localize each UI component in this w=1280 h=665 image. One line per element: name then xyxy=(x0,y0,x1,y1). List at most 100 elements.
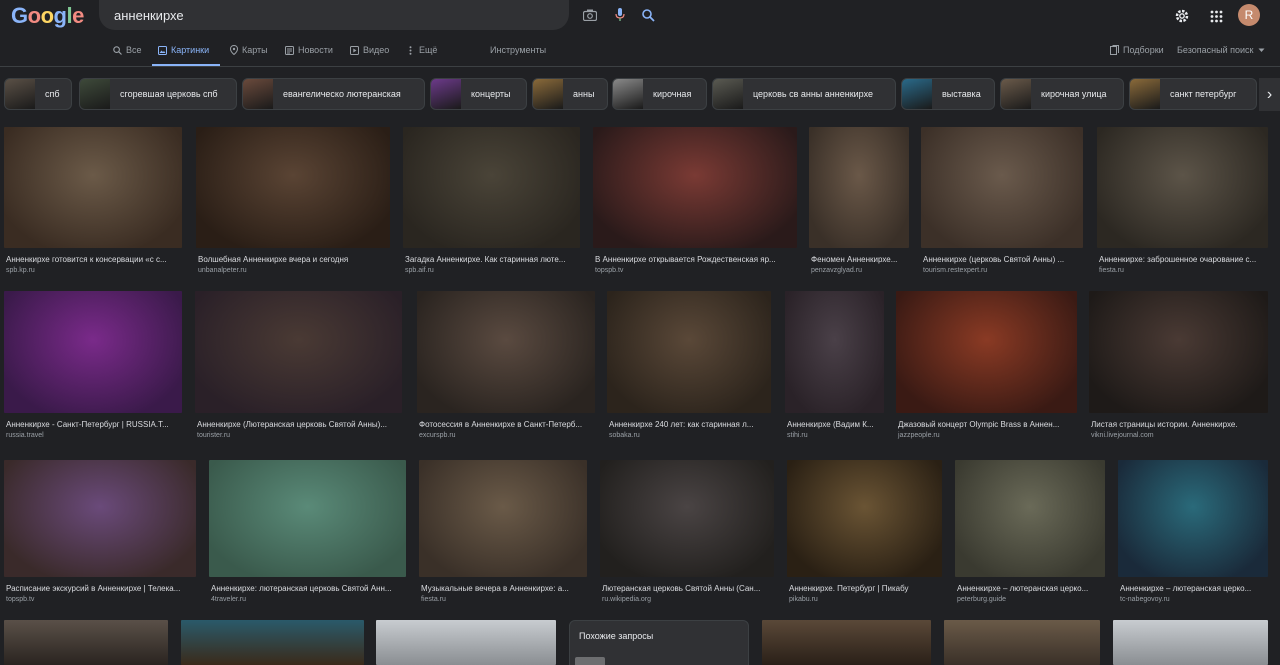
result-title[interactable]: Волшебная Анненкирхе вчера и сегодня xyxy=(198,255,388,264)
image-result[interactable]: Анненкирхе (Вадим К... stihi.ru xyxy=(785,291,884,443)
result-title[interactable]: Феномен Анненкирхе... xyxy=(811,255,907,264)
result-thumbnail[interactable] xyxy=(181,620,364,665)
result-title[interactable]: Анненкирхе - Санкт-Петербург | RUSSIA.T.… xyxy=(6,420,180,429)
result-thumbnail[interactable] xyxy=(1118,460,1268,577)
result-title[interactable]: Фотосессия в Анненкирхе в Санкт-Петерб..… xyxy=(419,420,593,429)
apps-grid-icon[interactable] xyxy=(1205,5,1227,27)
chip-9[interactable]: санкт петербург xyxy=(1129,78,1257,110)
result-thumbnail[interactable] xyxy=(955,460,1105,577)
image-result[interactable] xyxy=(181,620,364,665)
tools-button[interactable]: Инструменты xyxy=(490,45,546,55)
image-result[interactable]: В Анненкирхе открывается Рождественская … xyxy=(593,127,797,278)
chip-2[interactable]: евангелическо лютеранская xyxy=(242,78,425,110)
result-thumbnail[interactable] xyxy=(417,291,595,413)
image-result[interactable] xyxy=(4,620,168,665)
image-result[interactable]: Анненкирхе: лютеранская церковь Святой А… xyxy=(209,460,406,607)
result-thumbnail[interactable] xyxy=(4,460,196,577)
image-result[interactable] xyxy=(944,620,1100,665)
image-result[interactable]: Загадка Анненкирхе. Как старинная люте..… xyxy=(403,127,580,278)
result-thumbnail[interactable] xyxy=(4,620,168,665)
result-title[interactable]: Анненкирхе: заброшенное очарование с... xyxy=(1099,255,1266,264)
result-thumbnail[interactable] xyxy=(1113,620,1268,665)
result-thumbnail[interactable] xyxy=(762,620,931,665)
chip-5[interactable]: кирочная xyxy=(612,78,707,110)
result-thumbnail[interactable] xyxy=(376,620,556,665)
result-thumbnail[interactable] xyxy=(921,127,1083,248)
result-thumbnail[interactable] xyxy=(4,291,182,413)
tab-images[interactable]: Картинки xyxy=(158,45,209,55)
image-result[interactable]: Расписание экскурсий в Анненкирхе | Теле… xyxy=(4,460,196,607)
result-title[interactable]: Листая страницы истории. Анненкирхе. xyxy=(1091,420,1266,429)
image-result[interactable]: Анненкирхе - Санкт-Петербург | RUSSIA.T.… xyxy=(4,291,182,443)
image-result[interactable] xyxy=(376,620,556,665)
result-thumbnail[interactable] xyxy=(785,291,884,413)
image-result[interactable]: Анненкирхе 240 лет: как старинная л... so… xyxy=(607,291,771,443)
search-box[interactable]: анненкирхе xyxy=(99,0,655,30)
chip-0[interactable]: спб xyxy=(4,78,72,110)
image-result[interactable]: Анненкирхе (Лютеранская церковь Святой А… xyxy=(195,291,402,443)
microphone-icon[interactable] xyxy=(610,5,630,25)
chips-next-button[interactable]: › xyxy=(1259,78,1280,111)
result-thumbnail[interactable] xyxy=(419,460,587,577)
image-result[interactable]: Волшебная Анненкирхе вчера и сегодня unba… xyxy=(196,127,390,278)
tab-all[interactable]: Все xyxy=(113,45,142,55)
image-result[interactable]: Анненкирхе – лютеранская церко... peterbu… xyxy=(955,460,1105,607)
image-result[interactable]: Анненкирхе (церковь Святой Анны) ... tour… xyxy=(921,127,1083,278)
chip-3[interactable]: концерты xyxy=(430,78,527,110)
safesearch-button[interactable]: Безопасный поиск xyxy=(1177,45,1266,55)
chip-1[interactable]: сгоревшая церковь спб xyxy=(79,78,237,110)
image-result[interactable]: Анненкирхе – лютеранская церко... tc-nabe… xyxy=(1118,460,1268,607)
camera-icon[interactable] xyxy=(580,5,600,25)
result-thumbnail[interactable] xyxy=(1097,127,1268,248)
result-thumbnail[interactable] xyxy=(787,460,942,577)
avatar[interactable]: R xyxy=(1238,4,1260,26)
tab-news[interactable]: Новости xyxy=(285,45,333,55)
result-title[interactable]: Анненкирхе. Петербург | Пикабу xyxy=(789,584,940,593)
result-title[interactable]: Музыкальные вечера в Анненкирхе: а... xyxy=(421,584,585,593)
chip-4[interactable]: анны xyxy=(532,78,608,110)
image-result[interactable]: Анненкирхе: заброшенное очарование с... f… xyxy=(1097,127,1268,278)
result-title[interactable]: Анненкирхе: лютеранская церковь Святой А… xyxy=(211,584,404,593)
related-search-thumbnail[interactable] xyxy=(575,657,605,665)
chip-8[interactable]: кирочная улица xyxy=(1000,78,1124,110)
tab-more[interactable]: Ещё xyxy=(406,45,437,55)
image-result[interactable] xyxy=(762,620,931,665)
result-thumbnail[interactable] xyxy=(809,127,909,248)
result-thumbnail[interactable] xyxy=(196,127,390,248)
image-result[interactable]: Джазовый концерт Olympic Brass в Аннен..… xyxy=(896,291,1077,443)
result-title[interactable]: Анненкирхе – лютеранская церко... xyxy=(1120,584,1266,593)
image-result[interactable] xyxy=(1113,620,1268,665)
chip-7[interactable]: выставка xyxy=(901,78,995,110)
result-title[interactable]: В Анненкирхе открывается Рождественская … xyxy=(595,255,795,264)
result-title[interactable]: Анненкирхе готовится к консервации «с с.… xyxy=(6,255,180,264)
result-title[interactable]: Анненкирхе (Вадим К... xyxy=(787,420,882,429)
result-title[interactable]: Анненкирхе (церковь Святой Анны) ... xyxy=(923,255,1081,264)
result-thumbnail[interactable] xyxy=(944,620,1100,665)
image-result[interactable]: Анненкирхе. Петербург | Пикабу pikabu.ru xyxy=(787,460,942,607)
image-result[interactable]: Феномен Анненкирхе... penzavzglyad.ru xyxy=(809,127,909,278)
image-result[interactable]: Музыкальные вечера в Анненкирхе: а... fie… xyxy=(419,460,587,607)
result-thumbnail[interactable] xyxy=(4,127,182,248)
tab-video[interactable]: Видео xyxy=(350,45,389,55)
result-title[interactable]: Анненкирхе – лютеранская церко... xyxy=(957,584,1103,593)
result-thumbnail[interactable] xyxy=(896,291,1077,413)
search-icon[interactable] xyxy=(638,5,658,25)
result-thumbnail[interactable] xyxy=(403,127,580,248)
result-title[interactable]: Расписание экскурсий в Анненкирхе | Теле… xyxy=(6,584,194,593)
result-title[interactable]: Джазовый концерт Olympic Brass в Аннен..… xyxy=(898,420,1075,429)
result-thumbnail[interactable] xyxy=(209,460,406,577)
result-thumbnail[interactable] xyxy=(607,291,771,413)
result-thumbnail[interactable] xyxy=(600,460,774,577)
result-thumbnail[interactable] xyxy=(1089,291,1268,413)
collections-button[interactable]: Подборки xyxy=(1110,45,1164,55)
image-result[interactable]: Анненкирхе готовится к консервации «с с.… xyxy=(4,127,182,278)
image-result[interactable]: Лютеранская церковь Святой Анны (Сан... r… xyxy=(600,460,774,607)
tab-maps[interactable]: Карты xyxy=(229,45,268,55)
result-title[interactable]: Анненкирхе 240 лет: как старинная л... xyxy=(609,420,769,429)
related-searches-card[interactable]: Похожие запросы xyxy=(569,620,749,665)
result-thumbnail[interactable] xyxy=(195,291,402,413)
result-title[interactable]: Лютеранская церковь Святой Анны (Сан... xyxy=(602,584,772,593)
image-result[interactable]: Фотосессия в Анненкирхе в Санкт-Петерб..… xyxy=(417,291,595,443)
search-input[interactable]: анненкирхе xyxy=(114,8,184,23)
gear-icon[interactable] xyxy=(1171,5,1193,27)
